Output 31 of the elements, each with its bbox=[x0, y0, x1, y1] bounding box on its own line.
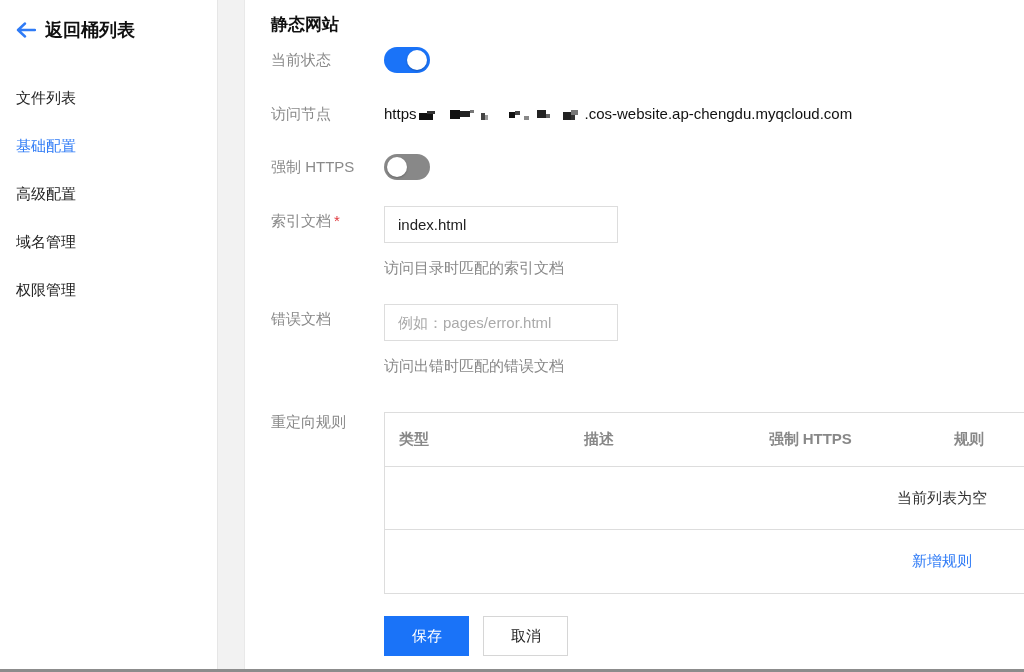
url-text: https bbox=[384, 104, 417, 124]
field-label: 重定向规则 bbox=[271, 413, 346, 430]
empty-list-message: 当前列表为空 bbox=[896, 488, 987, 506]
help-text: 访问目录时匹配的索引文档 bbox=[384, 258, 564, 278]
back-arrow-icon bbox=[16, 22, 36, 38]
field-label: 索引文档 bbox=[271, 212, 331, 229]
column-header: 类型 bbox=[384, 412, 570, 467]
sidebar-item[interactable]: 基础配置 bbox=[16, 122, 76, 170]
text-input-field[interactable]: 例如：pages/error.html bbox=[384, 304, 618, 341]
field-label: 强制 HTTPS bbox=[271, 158, 355, 175]
toggle-switch[interactable] bbox=[384, 47, 430, 73]
required-mark: * bbox=[334, 212, 340, 229]
toggle-switch[interactable] bbox=[384, 154, 430, 180]
add-rule-link[interactable]: 新增规则 bbox=[911, 552, 972, 570]
cancel-button[interactable]: 取消 bbox=[483, 616, 568, 656]
url-text: .cos-website.ap-chengdu.myqcloud.com bbox=[584, 104, 853, 124]
field-label: 访问节点 bbox=[271, 105, 331, 122]
column-header: 描述 bbox=[569, 412, 755, 467]
save-button[interactable]: 保存 bbox=[384, 616, 469, 656]
sidebar-item[interactable]: 域名管理 bbox=[16, 218, 76, 266]
sidebar-item[interactable]: 高级配置 bbox=[16, 170, 76, 218]
help-text: 访问出错时匹配的错误文档 bbox=[384, 356, 564, 376]
text-input-field[interactable]: index.html bbox=[384, 206, 618, 243]
column-header: 强制 HTTPS bbox=[754, 412, 940, 467]
back-link[interactable]: 返回桶列表 bbox=[16, 18, 135, 42]
section-title: 静态网站 bbox=[271, 14, 339, 36]
column-header: 规则 bbox=[939, 412, 1024, 467]
sidebar-item[interactable]: 文件列表 bbox=[16, 74, 76, 122]
sidebar-item[interactable]: 权限管理 bbox=[16, 266, 76, 314]
field-label: 错误文档 bbox=[271, 310, 331, 327]
field-label: 当前状态 bbox=[271, 51, 331, 68]
